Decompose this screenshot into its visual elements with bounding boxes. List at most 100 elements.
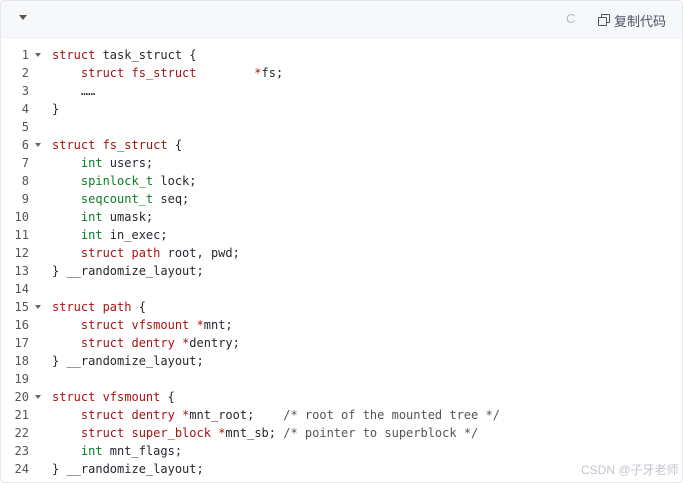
code-text: struct task_struct { [52, 46, 197, 64]
line-number: 10 [14, 210, 29, 224]
line-number: 16 [14, 318, 29, 332]
line-number: 4 [21, 102, 29, 116]
line-number: 5 [21, 120, 29, 134]
code-token: } __randomize_layout; [52, 354, 204, 368]
code-token: struct super_block [52, 426, 211, 440]
code-token: mnt_sb; [225, 426, 284, 440]
code-line: 6 struct fs_struct { [1, 136, 682, 154]
copy-code-button[interactable]: 复制代码 [598, 11, 666, 29]
code-token: mnt; [203, 318, 233, 332]
code-text: …… [52, 82, 95, 100]
code-token: task_struct [95, 48, 190, 62]
code-token: * [196, 318, 204, 332]
code-token: struct fs_struct [52, 66, 197, 80]
fold-toggle-icon[interactable] [35, 53, 41, 57]
code-line: 2 struct fs_struct *fs; [1, 64, 682, 82]
code-text: int users; [52, 154, 153, 172]
code-line: 18 } __randomize_layout; [1, 352, 682, 370]
code-token: int [52, 210, 103, 224]
code-token: struct fs_struct [52, 138, 168, 152]
line-number: 17 [14, 336, 29, 350]
chevron-down-icon[interactable] [19, 15, 27, 20]
line-number: 15 [14, 300, 29, 314]
line-number: 21 [14, 408, 29, 422]
line-number: 23 [14, 444, 29, 458]
code-token: /* pointer to superblock */ [283, 426, 479, 440]
line-number: 19 [14, 372, 29, 386]
code-line: 19 [1, 370, 682, 388]
code-token: root, pwd; [160, 246, 240, 260]
line-number: 18 [14, 354, 29, 368]
code-token: struct [52, 48, 96, 62]
line-number: 1 [21, 48, 29, 62]
code-text: struct vfsmount *mnt; [52, 316, 233, 334]
line-number: 7 [21, 156, 29, 170]
code-line: 21 struct dentry *mnt_root; /* root of t… [1, 406, 682, 424]
copy-code-label: 复制代码 [614, 13, 667, 29]
code-token: mnt_flags; [102, 444, 183, 458]
code-text: struct path root, pwd; [52, 244, 240, 262]
code-line: 23 int mnt_flags; [1, 442, 682, 460]
code-token: int [52, 156, 103, 170]
code-text: } [52, 100, 59, 118]
code-token: { [160, 390, 175, 404]
code-token: mnt_root; [189, 408, 284, 422]
code-token: umask; [102, 210, 154, 224]
copy-icon [598, 14, 610, 26]
line-number: 20 [14, 390, 29, 404]
code-line: 12 struct path root, pwd; [1, 244, 682, 262]
code-line: 17 struct dentry *dentry; [1, 334, 682, 352]
code-line: 14 [1, 280, 682, 298]
code-text: int in_exec; [52, 226, 168, 244]
code-line: 24 } __randomize_layout; [1, 460, 682, 478]
code-text: struct fs_struct *fs; [52, 64, 283, 82]
code-text: struct path { [52, 298, 146, 316]
code-token: …… [52, 84, 96, 98]
line-number: 22 [14, 426, 29, 440]
code-text: int umask; [52, 208, 153, 226]
watermark: CSDN @子牙老师 [581, 463, 679, 477]
code-token: dentry; [189, 336, 240, 350]
code-text: } __randomize_layout; [52, 262, 204, 280]
line-number: 3 [21, 84, 29, 98]
code-token: } __randomize_layout; [52, 462, 204, 476]
line-number: 8 [21, 174, 29, 188]
code-token: } __randomize_layout; [52, 264, 204, 278]
code-line: 22 struct super_block *mnt_sb; /* pointe… [1, 424, 682, 442]
code-token: struct path [52, 300, 132, 314]
code-token: struct vfsmount [52, 390, 161, 404]
code-line: 16 struct vfsmount *mnt; [1, 316, 682, 334]
line-number: 12 [14, 246, 29, 260]
code-editor: 1 struct task_struct {2 struct fs_struct … [1, 37, 682, 482]
code-line: 10 int umask; [1, 208, 682, 226]
code-line: 1 struct task_struct { [1, 46, 682, 64]
fold-toggle-icon[interactable] [35, 143, 41, 147]
code-token: struct dentry [52, 408, 175, 422]
code-token: lock; [153, 174, 197, 188]
code-line: 4} [1, 100, 682, 118]
code-line: 15 struct path { [1, 298, 682, 316]
fold-toggle-icon[interactable] [35, 395, 41, 399]
language-label: C [566, 11, 576, 26]
line-number: 2 [21, 66, 29, 80]
fold-toggle-icon[interactable] [35, 305, 41, 309]
code-token: } [52, 102, 60, 116]
code-text: seqcount_t seq; [52, 190, 189, 208]
code-text: struct fs_struct { [52, 136, 182, 154]
code-block: C 复制代码 1 struct task_struct {2 struct fs_… [0, 0, 683, 483]
code-text: spinlock_t lock; [52, 172, 197, 190]
code-line: 13 } __randomize_layout; [1, 262, 682, 280]
line-number: 24 [14, 462, 29, 476]
code-text: struct dentry *mnt_root; /* root of the … [52, 406, 500, 424]
code-token: seqcount_t [52, 192, 154, 206]
code-token: int [52, 228, 103, 242]
line-number: 13 [14, 264, 29, 278]
code-token: spinlock_t [52, 174, 154, 188]
line-number: 9 [21, 192, 29, 206]
code-text: struct super_block *mnt_sb; /* pointer t… [52, 424, 478, 442]
line-number: 11 [14, 228, 29, 242]
code-token: struct dentry [52, 336, 175, 350]
